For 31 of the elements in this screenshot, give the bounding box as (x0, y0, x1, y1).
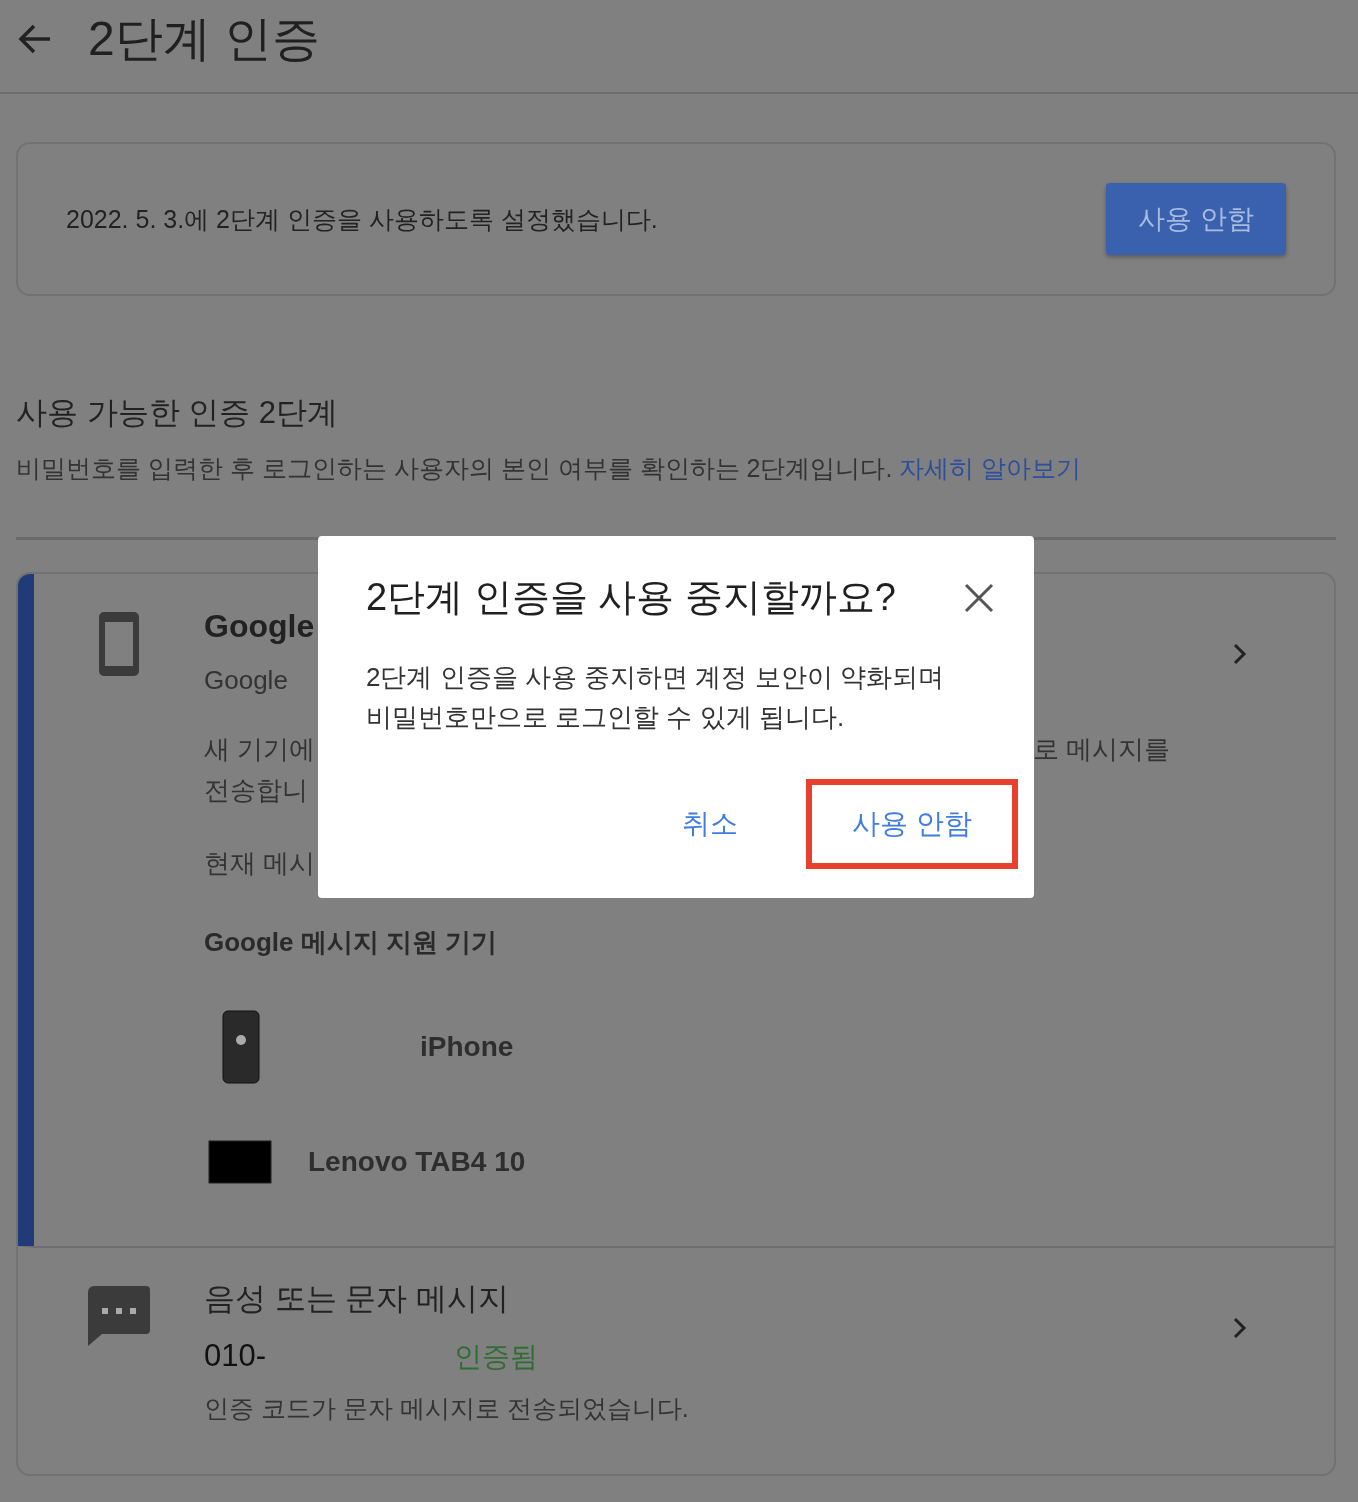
dialog-title: 2단계 인증을 사용 중지할까요? (366, 575, 896, 620)
phone-icon (97, 610, 141, 678)
message-icon (88, 1286, 150, 1346)
tablet-icon (208, 1140, 272, 1184)
chevron-right-icon[interactable] (1232, 1316, 1248, 1340)
section-description: 비밀번호를 입력한 후 로그인하는 사용자의 본인 여부를 확인하는 2단계입니다. 자세히 알아보기 (16, 453, 1083, 484)
method-card[interactable]: 음성 또는 문자 메시지 010- 인증됨 인증 코드가 문자 메시지로 전송되었습니다. (18, 1246, 1334, 1474)
status-text: 2022. 5. 3.에 2단계 인증을 사용하도록 설정했습니다. (66, 203, 658, 235)
section-title: 사용 가능한 인증 2단계 (16, 394, 340, 432)
dialog-button[interactable]: 취소 (646, 779, 775, 869)
verified-status: 인증됨 (454, 1340, 538, 1374)
method-description: 로 메시지를 (1032, 733, 1170, 766)
back-icon[interactable] (18, 24, 52, 54)
device-name: Lenovo TAB4 10 (308, 1146, 526, 1178)
phone-icon (222, 1010, 260, 1084)
close-icon[interactable] (964, 582, 994, 613)
dialog-message: 2단계 인증을 사용 중지하면 계정 보안이 약화되며 비밀번호만으로 로그인할 수 있게 됩니다. (366, 661, 945, 734)
method-title: Google (204, 608, 315, 645)
current-device-text: 현재 메시 (204, 847, 316, 880)
method-title: 음성 또는 문자 메시지 (204, 1280, 509, 1318)
device-name: iPhone (420, 1031, 514, 1063)
phone-number: 010- (204, 1338, 268, 1374)
method-subtitle: Google (204, 665, 288, 696)
disable-button[interactable]: 사용 안함 (1106, 183, 1286, 255)
devices-title: Google 메시지 지원 기기 (204, 926, 498, 959)
method-description: 전송합니 (204, 774, 308, 807)
page-title: 2단계 인증 (88, 11, 321, 67)
chevron-right-icon[interactable] (1232, 642, 1248, 666)
method-description: 새 기기에 (204, 733, 316, 766)
dialog-button[interactable]: 사용 안함 (806, 779, 1018, 869)
method-description: 인증 코드가 문자 메시지로 전송되었습니다. (204, 1393, 689, 1424)
